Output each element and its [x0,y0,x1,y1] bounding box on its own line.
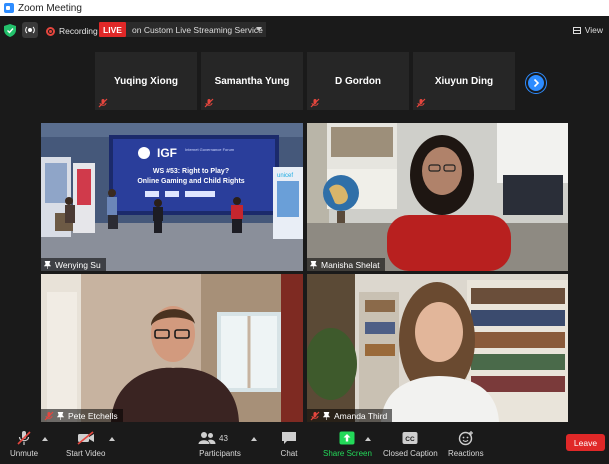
pin-icon [310,260,317,269]
mic-muted-icon [310,411,320,420]
live-badge: LIVE [99,22,126,37]
share-screen-label: Share Screen [323,449,372,458]
view-label: View [584,25,603,35]
participants-count: 43 [219,433,228,443]
filmstrip-tile[interactable]: Xiuyun Ding [413,52,515,110]
meeting-controls-toolbar: Unmute Start Video 43 Participants Chat … [0,426,609,464]
video-tile[interactable]: Manisha Shelat [307,123,568,271]
window-title-bar: Zoom Meeting [0,0,609,16]
start-video-label: Start Video [66,449,106,458]
live-stream-icon[interactable] [22,22,38,38]
chevron-right-icon [533,78,540,88]
closed-caption-button[interactable]: CC Closed Caption [383,430,438,458]
participant-name: Xiuyun Ding [434,76,494,87]
participant-video-frame [307,274,568,422]
chevron-down-icon [256,27,262,31]
stage-video-frame: IGF Internet Governance Forum WS #53: Ri… [41,123,303,271]
share-screen-button[interactable]: Share Screen [323,430,372,458]
closed-caption-label: Closed Caption [383,449,438,458]
window-title: Zoom Meeting [18,2,82,14]
svg-text:CC: CC [406,436,416,443]
video-off-icon [76,430,96,446]
participant-name: Yuqing Xiong [114,76,178,87]
closed-caption-icon: CC [400,430,420,446]
unmute-button[interactable]: Unmute [10,430,38,458]
pin-icon [44,260,51,269]
filmstrip-tile[interactable]: D Gordon [307,52,409,110]
reactions-label: Reactions [448,449,484,458]
mic-muted-icon [98,98,108,108]
filmstrip-next-button[interactable] [526,73,546,93]
stream-service-label: on Custom Live Streaming Service [132,24,263,35]
unicef-logo-text: unicef [277,173,293,179]
reactions-button[interactable]: Reactions [448,430,484,458]
recording-label: Recording [59,26,98,36]
participant-name-label: Amanda Third [307,409,393,422]
participants-button[interactable]: 43 Participants [198,430,242,458]
chat-button[interactable]: Chat [279,430,299,458]
mic-muted-icon [14,430,34,446]
participant-name: Pete Etchells [68,410,118,421]
unmute-label: Unmute [10,449,39,458]
chevron-up-icon[interactable] [109,437,115,441]
igf-logo-text: IGF [157,146,177,160]
meeting-top-bar: Recording LIVE on Custom Live Streaming … [0,16,609,46]
reactions-smiley-icon [456,430,476,446]
participant-name: Samantha Yung [214,76,290,87]
igf-logo-subtitle: Internet Governance Forum [185,147,235,152]
stream-service-dropdown[interactable]: on Custom Live Streaming Service [126,22,266,37]
filmstrip-tile[interactable]: Yuqing Xiong [95,52,197,110]
view-button[interactable]: View [572,25,603,35]
security-shield-icon[interactable] [4,24,16,37]
zoom-app-icon [4,3,14,13]
chat-bubble-icon [279,430,299,446]
chat-label: Chat [280,449,298,458]
participant-video-frame [41,274,303,422]
chevron-up-icon[interactable] [251,437,257,441]
stage-headline-2: Online Gaming and Child Rights [137,178,244,185]
participant-name: Wenying Su [55,259,101,270]
participant-name: Manisha Shelat [321,259,380,270]
pin-icon [57,411,64,420]
participants-label: Participants [199,449,241,458]
mic-muted-icon [416,98,426,108]
participant-name-label: Wenying Su [41,258,106,271]
mic-muted-icon [310,98,320,108]
mic-muted-icon [44,411,54,420]
share-screen-icon [337,430,357,446]
filmstrip-tile[interactable]: Samantha Yung [201,52,303,110]
participants-icon: 43 [198,430,242,446]
stage-headline-1: WS #53: Right to Play? [153,168,229,175]
participant-name: Amanda Third [334,410,388,421]
start-video-button[interactable]: Start Video [66,430,105,458]
video-tile[interactable]: Pete Etchells [41,274,303,422]
record-icon [46,26,55,36]
participant-name-label: Pete Etchells [41,409,123,422]
video-tile[interactable]: Amanda Third [307,274,568,422]
video-tile[interactable]: IGF Internet Governance Forum WS #53: Ri… [41,123,303,271]
view-grid-icon [572,26,581,34]
participant-video-frame [307,123,568,271]
chevron-up-icon[interactable] [365,437,371,441]
mic-muted-icon [204,98,214,108]
recording-indicator[interactable]: Recording [46,26,98,36]
pin-icon [323,411,330,420]
leave-button[interactable]: Leave [566,434,605,451]
participant-name-label: Manisha Shelat [307,258,385,271]
chevron-up-icon[interactable] [42,437,48,441]
participant-name: D Gordon [334,76,382,87]
